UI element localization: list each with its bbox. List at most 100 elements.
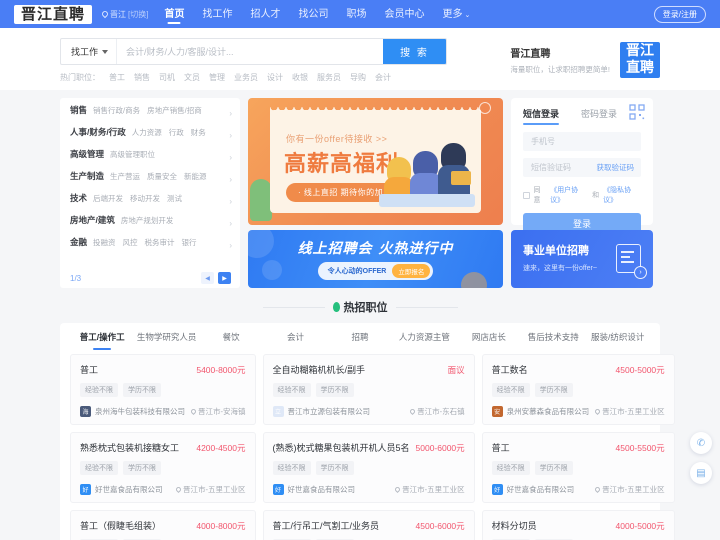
tab-apparel-textile-design[interactable]: 服装/纺织设计 [586,331,650,350]
company-logo-icon: 安 [491,406,503,417]
job-tag-education: 学历不限 [534,461,573,475]
qrcode-icon[interactable] [629,104,645,120]
job-card-bottom: 海泉州海牛包装科技有限公司 晋江市-安海镇 [80,406,246,417]
category-row-realestate-construction[interactable]: 房地产/建筑 房地产规划开发 › [60,214,240,236]
tab-recruiting[interactable]: 招聘 [328,331,392,350]
category-sub[interactable]: 销售行政/商务 [93,105,140,116]
site-logo[interactable]: 晋江直聘 [14,4,93,24]
category-sub[interactable]: 新能源 [184,171,207,182]
tab-password-login[interactable]: 密码登录 [581,107,617,125]
job-card-bottom: 好好世嘉食品有限公司 晋江市-五里工业区 [491,484,665,495]
category-sub[interactable]: 测试 [167,193,182,204]
category-subs: 后端开发 移动开发 测试 [93,193,182,204]
city-selector[interactable]: 晋江 [切换] [100,9,148,20]
job-card[interactable]: 普工 4500-5500元 经验不限 学历不限好好世嘉食品有限公司 晋江市-五里工业区 [481,432,675,503]
nav-item-find-company[interactable]: 找公司 [298,5,328,23]
search-type-dropdown[interactable]: 找工作 [61,39,118,64]
tab-after-sales-support[interactable]: 售后技术支持 [521,331,585,350]
category-sub[interactable]: 税务审计 [145,237,175,248]
category-sub[interactable]: 财务 [191,127,206,138]
category-sub[interactable]: 质量安全 [147,171,177,182]
nav-item-workplace[interactable]: 职场 [346,5,366,23]
nav-item-home[interactable]: 首页 [164,5,184,23]
nav-item-find-job[interactable]: 找工作 [202,5,232,23]
category-sub[interactable]: 后端开发 [93,193,123,204]
hot-keyword[interactable]: 司机 [159,72,175,83]
hot-keyword[interactable]: 业务员 [234,72,258,83]
category-row-technology[interactable]: 技术 后端开发 移动开发 测试 › [60,192,240,214]
category-sub[interactable]: 房地产规划开发 [121,215,174,226]
job-company[interactable]: 海泉州海牛包装科技有限公司 [80,406,185,417]
category-row-finance[interactable]: 金融 投融资 风控 税务审计 银行 › [60,236,240,258]
job-card[interactable]: 普工/行吊工/气割工/业务员4500-6000元经验不限学历不限行 [262,510,475,540]
job-card[interactable]: 熟悉枕式包装机接糖女工 4200-4500元 经验不限 学历不限好好世嘉食品有限公司 晋… [70,432,256,503]
category-sub[interactable]: 高级管理职位 [110,149,155,160]
hot-keyword[interactable]: 服务员 [317,72,341,83]
category-sub[interactable]: 行政 [169,127,184,138]
promo-banner-secondary[interactable]: 线上招聘会 火热进行中 令人心动的OFFER 立即报名 [248,230,503,288]
job-card[interactable]: 材料分切员4000-5000元经验不限学历不限材 [481,510,675,540]
login-register-button[interactable]: 登录/注册 [653,5,706,23]
job-company[interactable]: 立晋江市立源包装有限公司 [272,406,370,417]
tab-hr-supervisor[interactable]: 人力资源主管 [392,331,456,350]
agreement-checkbox[interactable] [523,191,530,199]
tab-general-worker[interactable]: 普工/操作工 [70,331,134,350]
hot-keyword[interactable]: 销售 [134,72,150,83]
privacy-agreement-link[interactable]: 《隐私协议》 [603,185,641,205]
job-card[interactable]: 普工 5400-8000元 经验不限 学历不限海泉州海牛包装科技有限公司 晋江市-安海镇 [70,354,256,425]
secondary-banner-sub: 令人心动的OFFER 立即报名 [317,262,434,280]
job-card-grid: 普工 5400-8000元 经验不限 学历不限海泉州海牛包装科技有限公司 晋江市-安海镇… [70,354,675,540]
category-row-hr-finance-admin[interactable]: 人事/财务/行政 人力资源 行政 财务 › [60,126,240,148]
hot-keyword[interactable]: 普工 [109,72,125,83]
promo-banner-primary[interactable]: 你有一份offer待接收 >> 高薪高福利 · 线上直招 期待你的加入 · [248,98,503,225]
hot-keyword[interactable]: 会计 [375,72,391,83]
category-name: 金融 [70,237,88,247]
search-input[interactable] [117,39,383,64]
hot-keyword[interactable]: 导购 [350,72,366,83]
category-sub[interactable]: 投融资 [93,237,116,248]
tab-biology-researcher[interactable]: 生物学研究人员 [134,331,198,350]
hot-keyword[interactable]: 管理 [209,72,225,83]
get-code-button[interactable]: 获取验证码 [597,162,635,173]
job-company[interactable]: 好好世嘉食品有限公司 [491,484,574,495]
phone-input[interactable] [531,137,633,146]
tab-online-store-manager[interactable]: 网店店长 [457,331,521,350]
category-sub[interactable]: 移动开发 [130,193,160,204]
job-card[interactable]: (熟悉)枕式糖果包装机开机人员5名 5000-6000元 经验不限 学历不限好好世嘉食… [262,432,475,503]
nav-item-recruit[interactable]: 招人才 [250,5,280,23]
banner-next-arrow-icon[interactable] [479,102,491,114]
category-row-senior-management[interactable]: 高级管理 高级管理职位 › [60,148,240,170]
category-sub[interactable]: 房地产销售/招商 [147,105,202,116]
job-company[interactable]: 安泉州安慕森食品有限公司 [491,406,589,417]
category-prev-button[interactable]: ◀ [201,272,214,284]
job-card[interactable]: 普工（假睫毛组装）4000-8000元经验不限学历不限普 [70,510,256,540]
tab-sms-login[interactable]: 短信登录 [523,107,560,125]
user-agreement-link[interactable]: 《用户协议》 [550,185,588,205]
job-card-top: 普工（假睫毛组装） 4000-8000元 [80,519,246,532]
job-company[interactable]: 好好世嘉食品有限公司 [272,484,355,495]
category-sub[interactable]: 生产营运 [110,171,140,182]
category-subs: 投融资 风控 税务审计 银行 [93,237,197,248]
category-sub[interactable]: 风控 [123,237,138,248]
job-company[interactable]: 好好世嘉食品有限公司 [80,484,163,495]
category-next-button[interactable]: ▶ [218,272,231,284]
secondary-banner-button[interactable]: 立即报名 [392,264,431,278]
hot-keyword[interactable]: 收银 [292,72,308,83]
nav-item-member-center[interactable]: 会员中心 [384,5,424,23]
tab-accounting[interactable]: 会计 [263,331,327,350]
category-sub[interactable]: 人力资源 [132,127,162,138]
category-sub[interactable]: 银行 [182,237,197,248]
chat-icon[interactable]: ▤ [690,462,712,484]
job-card[interactable]: 全自动糊箱机机长/副手 面议 经验不限 学历不限立晋江市立源包装有限公司 晋江市-东石镇 [262,354,475,425]
phone-icon[interactable]: ✆ [690,432,712,454]
institution-recruitment-card[interactable]: 事业单位招聘 速来，这里有一份offer~ › [511,230,653,288]
category-row-sales[interactable]: 销售 销售行政/商务 房地产销售/招商 › [60,104,240,126]
nav-item-more[interactable]: 更多 ⌄ [442,5,470,23]
job-card[interactable]: 普工数名 4500-5000元 经验不限 学历不限安泉州安慕森食品有限公司 晋江市-五里… [481,354,675,425]
tab-catering[interactable]: 餐饮 [199,331,263,350]
hot-keyword[interactable]: 设计 [267,72,283,83]
hot-keyword[interactable]: 文员 [184,72,200,83]
category-row-manufacturing[interactable]: 生产制造 生产营运 质量安全 新能源 › [60,170,240,192]
promo-banner-card: 你有一份offer待接收 >> 高薪高福利 · 线上直招 期待你的加入 · [270,107,481,213]
search-button[interactable]: 搜 索 [383,39,446,64]
